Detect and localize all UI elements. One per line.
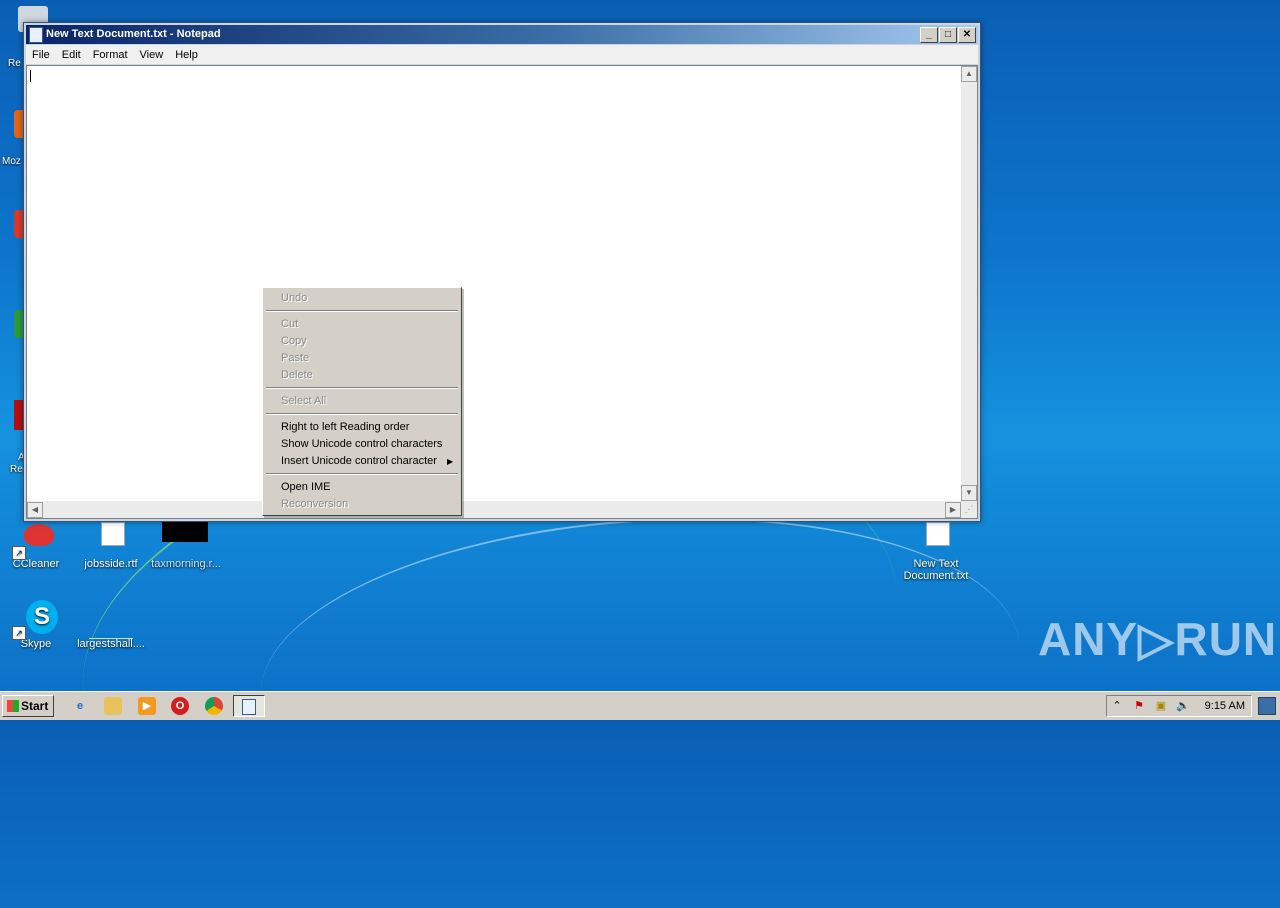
desktop-icon-green-app[interactable]	[0, 310, 24, 338]
file-explorer-icon[interactable]	[104, 697, 122, 715]
maximize-button[interactable]: □	[939, 27, 957, 43]
close-button[interactable]: ✕	[958, 27, 976, 43]
menu-file[interactable]: File	[26, 49, 56, 61]
recycle-bin-label: Re	[8, 58, 21, 69]
context-menu: Undo Cut Copy Paste Delete Select All Ri…	[262, 287, 462, 516]
taskbar: Start e ▶ O ⌃ ⚑ ▣ 🔈 9:15 AM	[0, 691, 1280, 720]
new-text-label-1: New Text	[913, 558, 959, 570]
black-file-icon	[162, 520, 208, 556]
taskbar-notepad-button[interactable]	[233, 695, 265, 717]
internet-explorer-icon[interactable]: e	[71, 697, 89, 715]
system-tray: ⌃ ⚑ ▣ 🔈 9:15 AM	[1106, 695, 1252, 717]
media-player-icon[interactable]: ▶	[138, 697, 156, 715]
scroll-down-icon[interactable]: ▼	[961, 485, 977, 501]
ctx-select-all[interactable]: Select All	[281, 393, 326, 410]
blank-file-icon	[89, 600, 133, 639]
anyrun-watermark: ANY▷RUN	[1038, 613, 1278, 665]
desktop-icon-jobsside[interactable]: jobsside.rtf	[71, 520, 151, 570]
title-bar[interactable]: New Text Document.txt - Notepad _ □ ✕	[26, 25, 978, 44]
resize-grip-icon[interactable]: ⋰	[961, 501, 977, 518]
taxmorning-label: taxmorning.r...	[151, 558, 221, 570]
ctx-undo[interactable]: Undo	[281, 290, 307, 307]
ctx-copy[interactable]: Copy	[281, 333, 307, 350]
text-caret	[30, 70, 31, 82]
jobsside-label: jobsside.rtf	[84, 558, 138, 570]
desktop-icon-mozilla[interactable]: Moz	[0, 110, 24, 167]
ctx-rtl-reading-order[interactable]: Right to left Reading order	[281, 419, 409, 436]
clock[interactable]: 9:15 AM	[1205, 698, 1245, 714]
shortcut-arrow-icon: ↗	[12, 626, 26, 640]
ctx-insert-unicode[interactable]: Insert Unicode control character	[281, 453, 437, 470]
scroll-right-icon[interactable]: ▶	[945, 502, 961, 518]
ctx-paste[interactable]: Paste	[281, 350, 309, 367]
horizontal-scrollbar[interactable]: ◀ ▶	[27, 501, 961, 518]
ctx-separator	[266, 387, 458, 389]
menu-help[interactable]: Help	[169, 49, 204, 61]
chrome-icon[interactable]	[205, 697, 223, 715]
menu-format[interactable]: Format	[87, 49, 134, 61]
document-icon	[91, 520, 131, 556]
scroll-up-icon[interactable]: ▲	[961, 66, 977, 82]
notepad-window[interactable]: New Text Document.txt - Notepad _ □ ✕ Fi…	[23, 22, 981, 522]
submenu-arrow-icon: ▶	[447, 457, 454, 466]
start-label: Start	[21, 699, 49, 713]
ctx-delete[interactable]: Delete	[281, 367, 313, 384]
desktop-icon-new-text-document[interactable]: New Text Document.txt	[896, 520, 976, 582]
desktop-icon-recycle-bin[interactable]: Re	[0, 6, 48, 69]
ctx-reconversion[interactable]: Reconversion	[281, 496, 348, 513]
menu-view[interactable]: View	[134, 49, 170, 61]
desktop-icon-skype[interactable]: S ↗ Skype	[0, 600, 76, 650]
new-text-label-2: Document.txt	[903, 570, 969, 582]
notepad-icon	[242, 699, 256, 715]
largestshall-label: largestshall....	[77, 638, 145, 650]
ctx-show-unicode[interactable]: Show Unicode control characters	[281, 436, 442, 453]
menu-edit[interactable]: Edit	[56, 49, 87, 61]
menu-bar: File Edit Format View Help	[26, 45, 978, 64]
ctx-separator	[266, 473, 458, 475]
action-center-icon[interactable]: ⚑	[1131, 698, 1147, 714]
skype-icon: S ↗	[12, 600, 58, 640]
minimize-button[interactable]: _	[920, 27, 938, 43]
desktop-icon-taxmorning[interactable]: taxmorning.r...	[146, 520, 226, 570]
opera-icon[interactable]: O	[171, 697, 189, 715]
desktop-icon-ccleaner[interactable]: ↗ CCleaner	[0, 520, 76, 570]
mozilla-label: Moz	[2, 156, 21, 167]
desktop-icon-adobe-reader[interactable]: A Re	[0, 400, 25, 475]
scroll-left-icon[interactable]: ◀	[27, 502, 43, 518]
start-button[interactable]: Start	[2, 695, 54, 717]
ccleaner-icon: ↗	[12, 520, 56, 560]
notepad-icon	[29, 27, 43, 43]
ctx-cut[interactable]: Cut	[281, 316, 298, 333]
windows-flag-icon	[7, 700, 19, 712]
desktop-icon-red-app[interactable]	[0, 210, 24, 238]
volume-icon[interactable]: 🔈	[1175, 698, 1191, 714]
show-desktop-button[interactable]	[1258, 697, 1276, 715]
text-file-icon	[916, 520, 956, 556]
chevron-up-icon[interactable]: ⌃	[1109, 698, 1125, 714]
adobe-label-2: Re	[10, 464, 23, 475]
ctx-separator	[266, 310, 458, 312]
window-title: New Text Document.txt - Notepad	[46, 28, 221, 40]
text-editor[interactable]: ▲ ▼ ◀ ▶ ⋰	[26, 65, 978, 519]
vertical-scrollbar[interactable]: ▲ ▼	[961, 66, 977, 501]
ctx-open-ime[interactable]: Open IME	[281, 479, 331, 496]
ctx-separator	[266, 413, 458, 415]
network-icon[interactable]: ▣	[1153, 698, 1169, 714]
shortcut-arrow-icon: ↗	[12, 546, 26, 560]
desktop-icon-largestshall[interactable]: largestshall....	[71, 600, 151, 650]
